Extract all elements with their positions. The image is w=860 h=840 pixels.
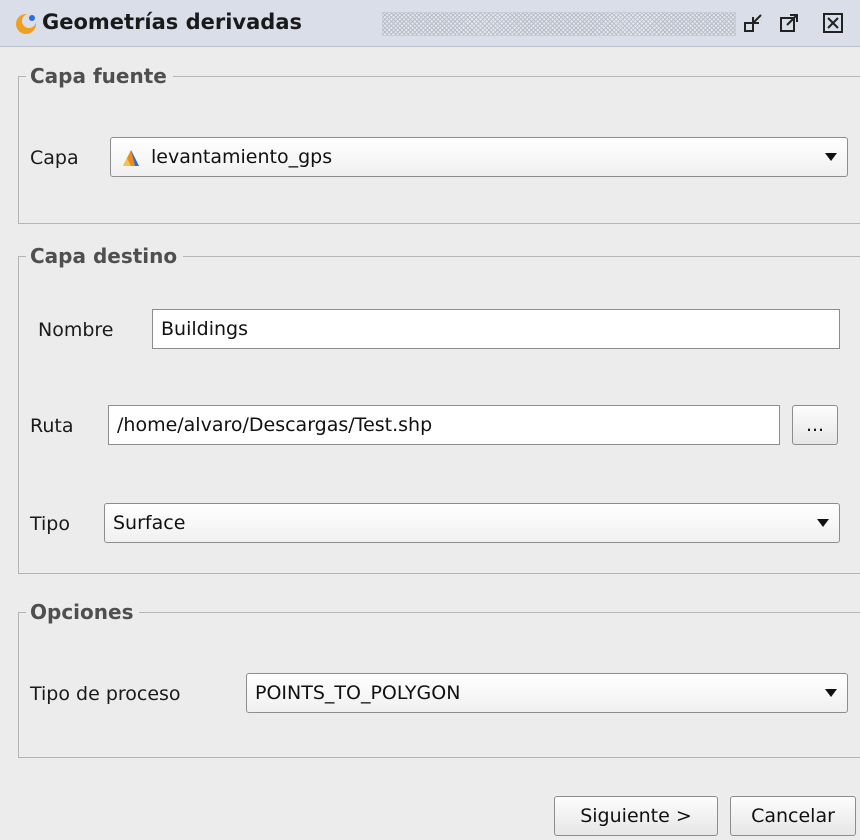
chevron-down-icon	[825, 153, 837, 161]
name-input[interactable]	[153, 310, 839, 348]
process-type-value: POINTS_TO_POLYGON	[255, 682, 461, 704]
browse-button[interactable]: ...	[792, 405, 838, 445]
point-layer-icon	[121, 147, 141, 167]
path-label: Ruta	[30, 415, 74, 437]
title-bar[interactable]: Geometrías derivadas	[0, 0, 860, 47]
close-icon[interactable]	[822, 12, 844, 34]
type-label: Tipo	[30, 513, 70, 535]
layer-value: levantamiento_gps	[151, 146, 333, 168]
layer-select[interactable]: levantamiento_gps	[110, 137, 848, 177]
type-select[interactable]: Surface	[104, 503, 840, 543]
window-title: Geometrías derivadas	[42, 10, 302, 34]
path-field[interactable]	[108, 405, 780, 445]
title-bar-grip[interactable]	[382, 12, 736, 36]
name-field[interactable]	[152, 309, 840, 349]
process-type-select[interactable]: POINTS_TO_POLYGON	[246, 673, 848, 713]
group-legend: Capa destino	[26, 242, 184, 270]
layer-label: Capa	[30, 147, 79, 169]
cancel-button[interactable]: Cancelar	[730, 796, 856, 836]
chevron-down-icon	[817, 519, 829, 527]
maximize-icon[interactable]	[778, 12, 800, 34]
undock-icon[interactable]	[742, 12, 764, 34]
process-type-label: Tipo de proceso	[30, 683, 181, 705]
group-legend: Capa fuente	[26, 62, 173, 90]
next-button[interactable]: Siguiente >	[554, 796, 718, 836]
path-input[interactable]	[109, 406, 779, 444]
chevron-down-icon	[825, 689, 837, 697]
app-icon	[14, 12, 38, 36]
type-value: Surface	[113, 512, 186, 534]
name-label: Nombre	[38, 319, 114, 341]
group-legend: Opciones	[26, 598, 140, 626]
